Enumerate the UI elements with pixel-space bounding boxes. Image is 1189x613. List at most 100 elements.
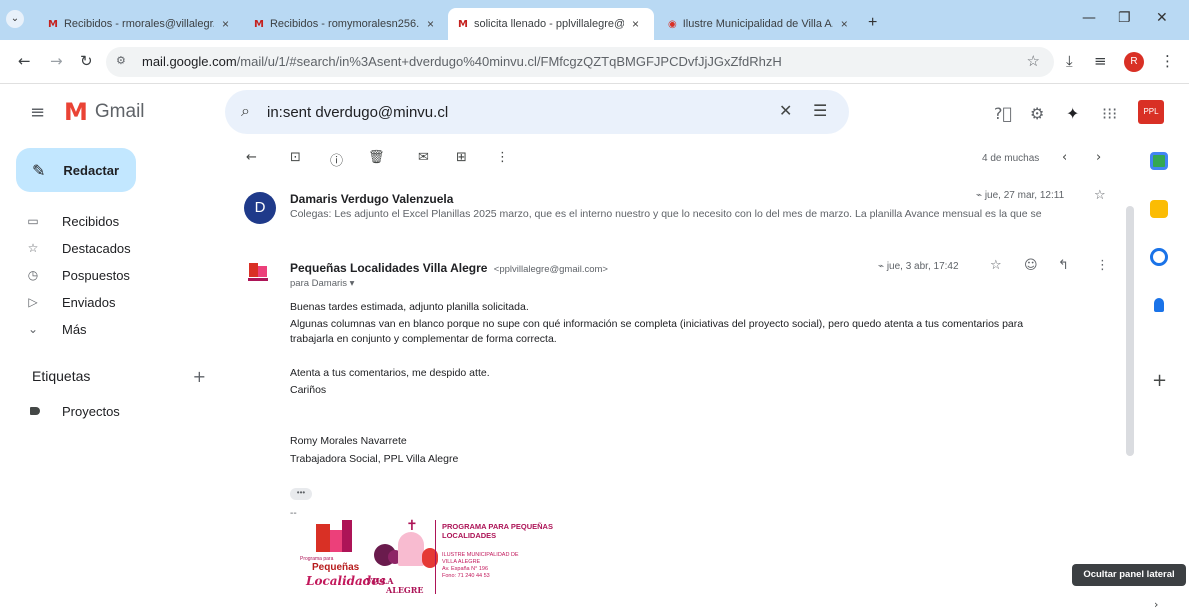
close-icon[interactable]: × xyxy=(632,17,639,31)
scrollbar[interactable] xyxy=(1126,206,1134,456)
apps-grid-icon[interactable]: ⁝⁝⁝ xyxy=(1102,104,1117,123)
download-icon[interactable]: ⤓ xyxy=(1066,52,1073,70)
tab-strip: ⌄ M Recibidos - rmorales@villalegr... × … xyxy=(0,0,1189,40)
keep-icon[interactable] xyxy=(1150,200,1168,218)
clear-search-icon[interactable]: ✕ xyxy=(779,101,792,120)
nav-item-enviados[interactable]: ▷ Enviados xyxy=(0,289,220,315)
forward-icon[interactable]: → xyxy=(50,52,63,70)
media-control-icon[interactable]: ≡ xyxy=(1094,52,1107,70)
more-options-icon[interactable]: ⋮ xyxy=(1096,258,1109,273)
add-label-icon[interactable]: + xyxy=(193,367,206,386)
window-close-icon[interactable]: ✕ xyxy=(1156,10,1168,26)
back-to-list-icon[interactable]: ← xyxy=(246,150,257,165)
show-side-panel-icon[interactable]: › xyxy=(1154,598,1158,611)
recipient-details[interactable]: para Damaris ▾ xyxy=(290,278,354,289)
browser-menu-icon[interactable]: ⋮ xyxy=(1160,52,1175,70)
tab-solicita-llenado[interactable]: M solicita llenado - pplvillalegre@... × xyxy=(448,8,654,40)
next-icon[interactable]: › xyxy=(1096,150,1101,165)
main-menu-icon[interactable]: ≡ xyxy=(30,102,45,123)
pagination-count: 4 de muchas xyxy=(982,153,1040,164)
close-icon[interactable]: × xyxy=(222,17,229,31)
star-icon[interactable]: ☆ xyxy=(1094,188,1106,203)
url-path: /mail/u/1/#search/in%3Asent+dverdugo%40m… xyxy=(236,54,782,69)
gemini-sparkle-icon[interactable]: ✦ xyxy=(1066,104,1079,123)
nav-label: Más xyxy=(62,321,87,337)
municipality-line: VILLA ALEGRE xyxy=(442,559,481,565)
restore-icon[interactable]: ❐ xyxy=(1118,10,1131,26)
more-options-icon[interactable]: ⋮ xyxy=(496,150,509,165)
tab-search-icon[interactable]: ⌄ xyxy=(6,10,24,28)
nav-item-recibidos[interactable]: ▭ Recibidos xyxy=(0,208,220,234)
search-options-icon[interactable]: ☰ xyxy=(813,101,827,120)
label-name: Proyectos xyxy=(62,403,120,419)
nav-item-pospuestos[interactable]: ◷ Pospuestos xyxy=(0,262,220,288)
gmail-logo[interactable]: M Gmail xyxy=(64,98,145,126)
url-host: mail.google.com xyxy=(142,54,237,69)
settings-gear-icon[interactable]: ⚙ xyxy=(1030,104,1044,123)
cross-icon: ✝ xyxy=(406,518,418,534)
body-line: Trabajadora Social, PPL Villa Alegre xyxy=(290,453,459,465)
avatar-logo-shape xyxy=(249,263,258,277)
close-icon[interactable]: × xyxy=(427,17,434,31)
get-addons-icon[interactable]: + xyxy=(1152,370,1167,391)
back-icon[interactable]: ← xyxy=(18,52,31,70)
message-snippet: Colegas: Les adjunto el Excel Planillas … xyxy=(290,208,1042,220)
compose-button[interactable]: ✎ Redactar xyxy=(16,148,136,192)
gmail-header: ≡ M Gmail ⌕ in:sent dverdugo@minvu.cl ✕ … xyxy=(0,84,1189,140)
url-text: mail.google.com/mail/u/1/#search/in%3Ase… xyxy=(142,54,782,69)
help-icon[interactable]: ?⃝ xyxy=(994,104,1012,123)
sender-email: <pplvillalegre@gmail.com> xyxy=(493,264,608,275)
close-icon[interactable]: × xyxy=(841,17,848,31)
compose-label: Redactar xyxy=(63,162,120,178)
pencil-icon: ✎ xyxy=(32,160,46,180)
account-avatar[interactable]: PPL xyxy=(1138,100,1164,124)
nav-item-mas[interactable]: ⌄ Más xyxy=(0,316,220,342)
search-icon[interactable]: ⌕ xyxy=(241,101,250,121)
bookmark-star-icon[interactable]: ☆ xyxy=(1027,52,1040,70)
gmail-icon: M xyxy=(254,18,264,30)
reload-icon[interactable]: ↻ xyxy=(80,52,93,70)
contacts-icon[interactable] xyxy=(1154,298,1164,312)
tab-municipalidad[interactable]: ◉ Ilustre Municipalidad de Villa A... × xyxy=(658,8,864,40)
body-line: Cariños xyxy=(290,384,327,396)
minimize-icon[interactable]: — xyxy=(1082,10,1096,26)
date-text: jue, 3 abr, 17:42 xyxy=(886,261,959,272)
site-info-icon[interactable]: ⚙ xyxy=(116,54,126,67)
star-icon[interactable]: ☆ xyxy=(990,258,1002,273)
star-icon: ☆ xyxy=(27,241,39,255)
nav-label: Enviados xyxy=(62,294,116,310)
tab-recibidos-romymoralesn[interactable]: M Recibidos - romymoralesn256... × xyxy=(244,8,444,40)
tab-recibidos-rmorales[interactable]: M Recibidos - rmorales@villalegr... × xyxy=(38,8,244,40)
church-icon xyxy=(398,532,424,566)
inbox-icon: ▭ xyxy=(27,214,39,228)
search-bar: ⌕ in:sent dverdugo@minvu.cl ✕ ☰ xyxy=(225,90,849,134)
message-view: ← ⊡ ⓘ 🗑︎ ✉ ⊞ ⋮ 4 de muchas ‹ › D Damaris… xyxy=(232,140,1142,613)
new-tab-button[interactable]: + xyxy=(868,14,877,32)
label-item-proyectos[interactable]: Proyectos xyxy=(0,400,220,422)
move-to-icon[interactable]: ⊞ xyxy=(456,150,467,165)
address-bar[interactable]: ⚙ mail.google.com/mail/u/1/#search/in%3A… xyxy=(106,47,1054,77)
sender-line: Pequeñas Localidades Villa Alegre <pplvi… xyxy=(290,261,608,275)
report-spam-icon[interactable]: ⓘ xyxy=(330,150,343,169)
body-line: Romy Morales Navarrete xyxy=(290,435,407,447)
logo-block-shape xyxy=(330,530,342,552)
emoji-react-icon[interactable]: ☺ xyxy=(1024,258,1038,273)
mark-unread-icon[interactable]: ✉ xyxy=(418,150,429,165)
previous-icon[interactable]: ‹ xyxy=(1062,150,1067,165)
nav-label: Pospuestos xyxy=(62,267,130,283)
avatar-logo-shape xyxy=(258,266,267,277)
program-line: PROGRAMA PARA PEQUEÑAS xyxy=(442,522,553,531)
reply-icon[interactable]: ↰ xyxy=(1058,258,1069,273)
nav-item-destacados[interactable]: ☆ Destacados xyxy=(0,235,220,261)
body-line: Buenas tardes estimada, adjunto planilla… xyxy=(290,301,529,313)
delete-icon[interactable]: 🗑︎ xyxy=(368,150,385,165)
calendar-icon[interactable] xyxy=(1150,152,1168,170)
tasks-icon[interactable] xyxy=(1150,248,1168,266)
show-trimmed-content-button[interactable]: ••• xyxy=(290,488,312,500)
sender-name[interactable]: Pequeñas Localidades Villa Alegre xyxy=(290,261,487,275)
search-input[interactable]: in:sent dverdugo@minvu.cl xyxy=(267,104,448,121)
send-icon: ▷ xyxy=(28,295,38,309)
gmail-logo-text: Gmail xyxy=(94,101,145,122)
profile-avatar[interactable]: R xyxy=(1124,52,1144,72)
archive-icon[interactable]: ⊡ xyxy=(290,150,301,165)
